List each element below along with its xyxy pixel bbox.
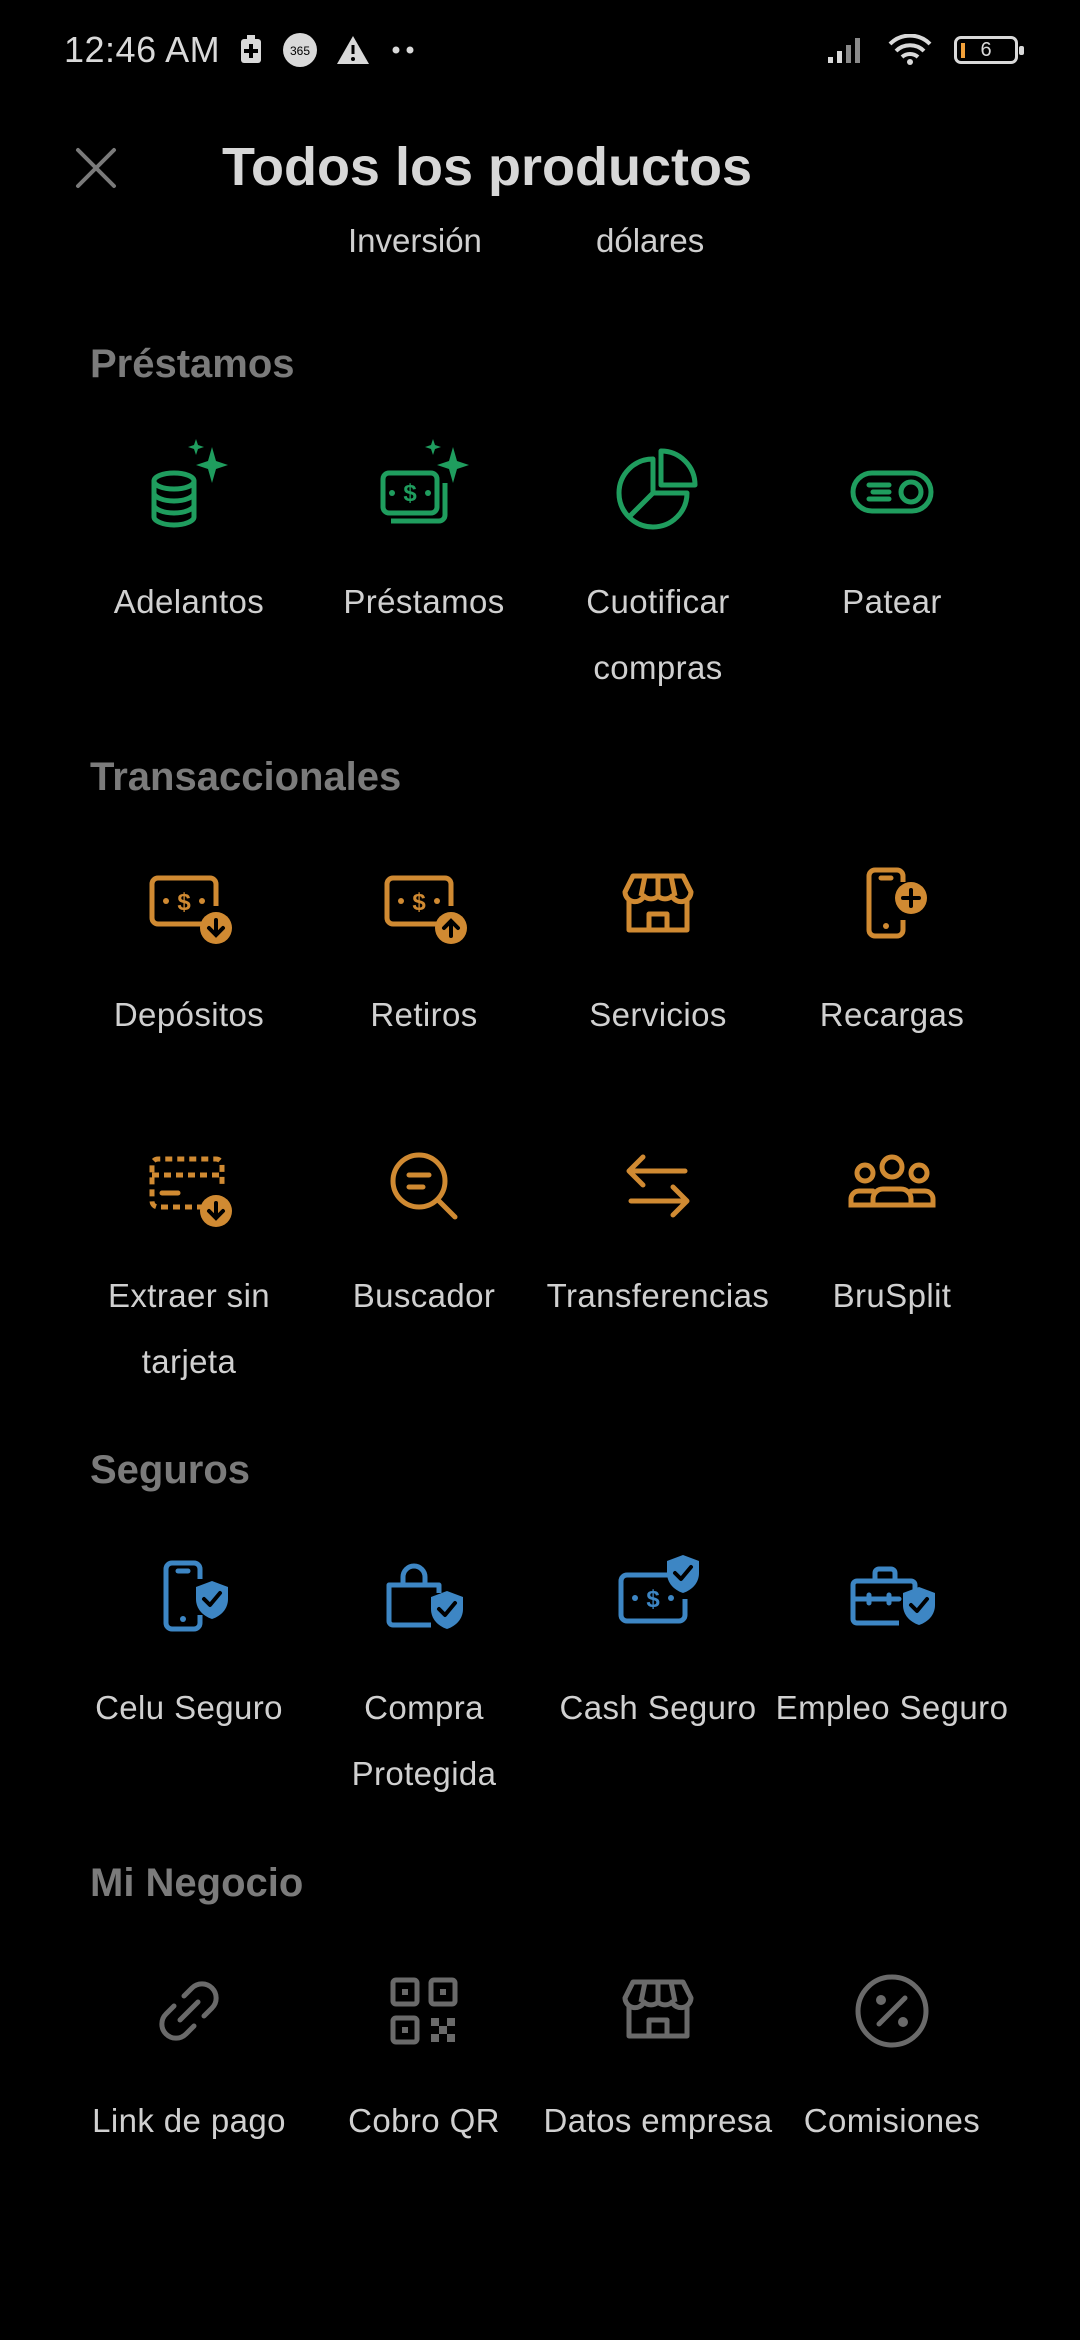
product-label: Celu Seguro xyxy=(95,1689,283,1726)
section-title-prestamos: Préstamos xyxy=(90,342,295,386)
product-label: Comisiones xyxy=(803,2102,981,2139)
svg-text:$: $ xyxy=(646,1586,660,1613)
cash-up-icon: $ xyxy=(384,875,467,944)
product-link-de-pago[interactable]: Link de pago xyxy=(72,1956,306,2154)
product-adelantos[interactable]: Adelantos xyxy=(72,437,306,635)
status-time: 12:46 AM xyxy=(64,29,221,70)
battery-indicator: 6 xyxy=(954,36,1024,64)
tab-dolares[interactable]: dólares xyxy=(596,222,704,260)
product-label: Empleo Seguro xyxy=(775,1689,1009,1726)
product-extraer-sin-tarjeta[interactable]: Extraer sin tarjeta xyxy=(72,1131,306,1395)
status-bar: 12:46 AM 365 6 xyxy=(0,0,1080,100)
product-label: Datos empresa xyxy=(543,2102,773,2139)
briefcase-shield-icon xyxy=(850,1566,935,1626)
close-button[interactable] xyxy=(68,140,124,196)
section-title-transaccionales: Transaccionales xyxy=(90,755,402,799)
cash-shield-icon: $ xyxy=(618,1555,699,1624)
product-datos-empresa[interactable]: Datos empresa xyxy=(541,1956,775,2154)
product-label: Buscador xyxy=(352,1277,496,1314)
product-label: Retiros xyxy=(370,996,478,1033)
percent-icon xyxy=(855,1974,929,2048)
product-transferencias[interactable]: Transferencias xyxy=(541,1131,775,1329)
phone-plus-icon xyxy=(866,867,927,939)
product-prestamos[interactable]: $ Préstamos xyxy=(307,437,541,635)
bag-shield-icon xyxy=(386,1563,463,1629)
svg-text:$: $ xyxy=(177,889,191,916)
app-365-icon: 365 xyxy=(283,33,318,67)
link-icon xyxy=(159,1981,219,2041)
qr-icon xyxy=(390,1977,458,2045)
category-tabs: Inversión dólares xyxy=(0,222,1080,272)
product-label: Depósitos xyxy=(113,996,265,1033)
product-label: Link de pago xyxy=(92,2102,286,2139)
product-cobro-qr[interactable]: Cobro QR xyxy=(307,1956,541,2154)
coins-sparkle-icon xyxy=(151,439,228,528)
phone-shield-icon xyxy=(163,1560,228,1632)
more-dots-icon xyxy=(392,46,414,54)
product-label: Cobro QR xyxy=(348,2102,500,2139)
product-label: Cuotificar compras xyxy=(586,583,730,686)
store-icon xyxy=(622,873,694,933)
card-download-icon xyxy=(149,1156,232,1227)
product-label: Transferencias xyxy=(546,1277,770,1314)
product-buscador[interactable]: Buscador xyxy=(307,1131,541,1329)
wifi-icon xyxy=(888,34,932,65)
product-servicios[interactable]: Servicios xyxy=(541,850,775,1048)
warning-icon xyxy=(337,36,370,64)
product-label: BruSplit xyxy=(832,1277,952,1314)
page-header: Todos los productos xyxy=(0,118,1080,218)
group-icon xyxy=(848,1154,936,1208)
search-icon xyxy=(390,1152,458,1220)
signal-icon xyxy=(828,38,860,63)
product-label: Préstamos xyxy=(343,583,505,620)
transfer-arrows-icon xyxy=(626,1154,690,1218)
close-icon xyxy=(76,148,116,188)
fast-toggle-icon xyxy=(850,470,934,514)
product-cash-seguro[interactable]: $ Cash Seguro xyxy=(541,1543,775,1741)
product-label: Compra Protegida xyxy=(351,1689,497,1792)
product-comisiones[interactable]: Comisiones xyxy=(775,1956,1009,2154)
pie-chart-icon xyxy=(616,448,698,530)
svg-text:$: $ xyxy=(412,889,426,916)
svg-text:365: 365 xyxy=(290,44,310,58)
product-retiros[interactable]: $ Retiros xyxy=(307,850,541,1048)
product-depositos[interactable]: $ Depósitos xyxy=(72,850,306,1048)
section-title-seguros: Seguros xyxy=(90,1448,251,1492)
product-celu-seguro[interactable]: Celu Seguro xyxy=(72,1543,306,1741)
product-compra-protegida[interactable]: Compra Protegida xyxy=(307,1543,541,1807)
tab-inversion[interactable]: Inversión xyxy=(348,222,482,260)
product-patear[interactable]: Patear xyxy=(775,437,1009,635)
cash-down-icon: $ xyxy=(149,875,232,944)
product-label: Adelantos xyxy=(113,583,265,620)
product-label: Recargas xyxy=(819,996,965,1033)
product-label: Cash Seguro xyxy=(559,1689,757,1726)
product-brusplit[interactable]: BruSplit xyxy=(775,1131,1009,1329)
cash-sparkle-icon: $ xyxy=(380,439,469,524)
product-label: Patear xyxy=(842,583,942,620)
product-empleo-seguro[interactable]: Empleo Seguro xyxy=(775,1543,1009,1741)
product-label: Extraer sin tarjeta xyxy=(107,1277,271,1380)
product-cuotificar[interactable]: Cuotificar compras xyxy=(541,437,775,701)
battery-level: 6 xyxy=(980,38,992,61)
product-label: Servicios xyxy=(589,996,727,1033)
product-recargas[interactable]: Recargas xyxy=(775,850,1009,1048)
svg-text:$: $ xyxy=(403,480,417,507)
store-icon xyxy=(622,1979,694,2039)
page-title: Todos los productos xyxy=(222,137,752,197)
battery-saver-icon xyxy=(241,35,262,63)
section-title-negocio: Mi Negocio xyxy=(90,1861,304,1905)
